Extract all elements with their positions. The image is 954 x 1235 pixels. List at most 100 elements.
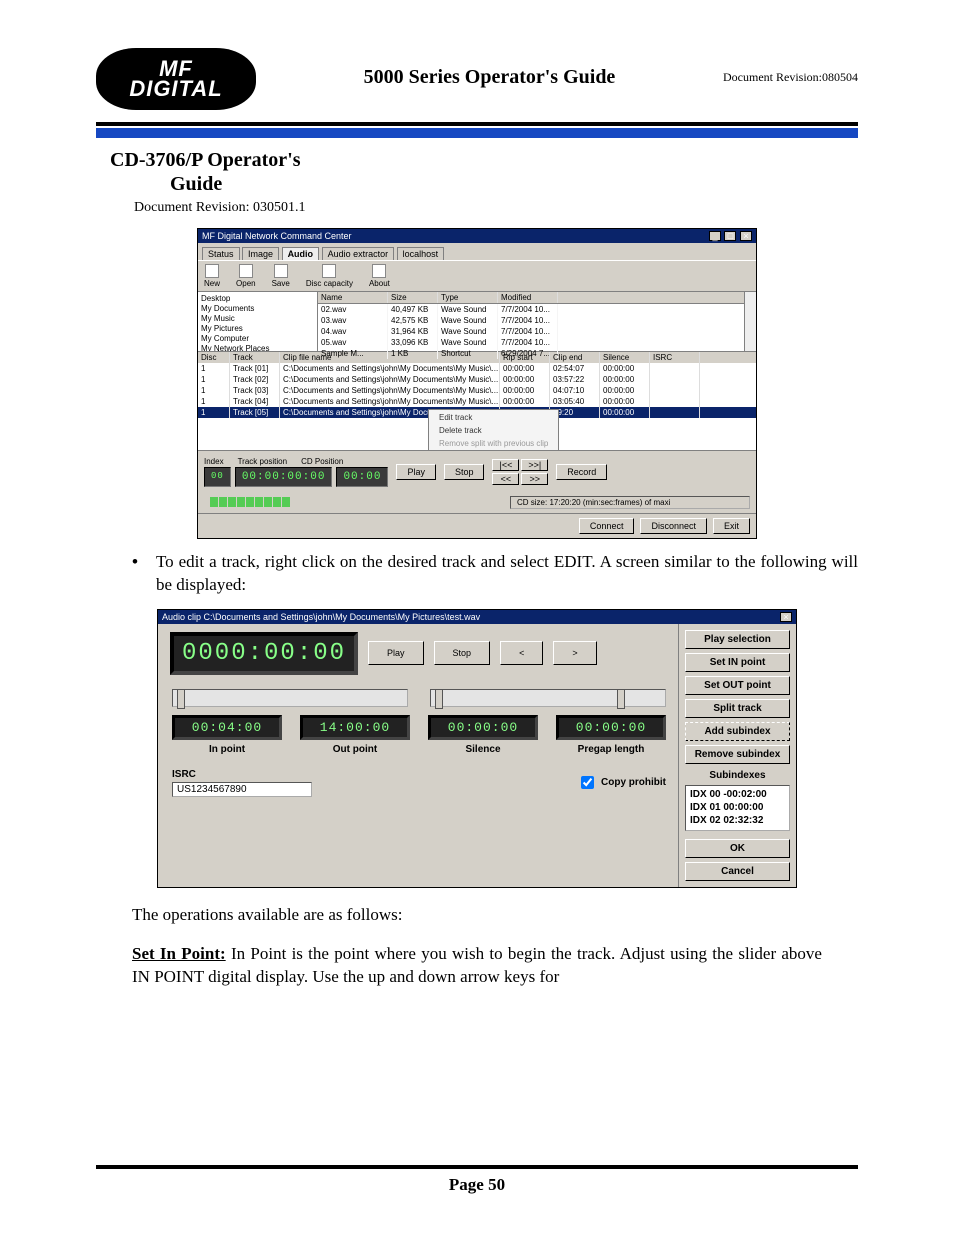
screenshot-audio-clip-editor: Audio clip C:\Documents and Settings\joh… [157, 609, 797, 888]
maximize-icon[interactable]: □ [724, 231, 736, 241]
ok-button[interactable]: OK [685, 839, 790, 858]
isrc-input[interactable] [172, 782, 312, 797]
cancel-button[interactable]: Cancel [685, 862, 790, 881]
set-in-button[interactable]: Set IN point [685, 653, 790, 672]
track-position-display: 00:00:00:00 [235, 467, 333, 487]
label-subindexes: Subindexes [685, 768, 790, 781]
bullet-icon: • [132, 551, 138, 597]
close-icon[interactable]: × [740, 231, 752, 241]
position-display: 0000:00:00 [170, 632, 358, 675]
tab-localhost[interactable]: localhost [397, 247, 445, 260]
file-row[interactable]: 04.wav31,964 KBWave Sound7/7/2004 10... [318, 326, 744, 337]
minimize-icon[interactable]: _ [709, 231, 721, 241]
subindex-item[interactable]: IDX 00 -00:02:00 [690, 788, 785, 801]
stop-button[interactable]: Stop [444, 464, 485, 480]
open-icon [239, 264, 253, 278]
fwd-button[interactable]: >> [521, 473, 548, 485]
tab-audio-extractor[interactable]: Audio extractor [322, 247, 395, 260]
tree-item[interactable]: My Music [201, 314, 314, 324]
file-row[interactable]: 03.wav42,575 KBWave Sound7/7/2004 10... [318, 315, 744, 326]
ctx-delete-track[interactable]: Delete track [439, 425, 548, 438]
remove-subindex-button[interactable]: Remove subindex [685, 745, 790, 764]
bullet-text: To edit a track, right click on the desi… [156, 551, 858, 597]
disconnect-button[interactable]: Disconnect [640, 518, 707, 534]
folder-tree[interactable]: Desktop My Documents My Music My Picture… [198, 292, 318, 351]
pregap-display: 00:00:00 [556, 715, 666, 740]
tree-item[interactable]: My Computer [201, 334, 314, 344]
set-out-button[interactable]: Set OUT point [685, 676, 790, 695]
page-masthead: MF DIGITAL 5000 Series Operator's Guide … [96, 48, 858, 138]
copy-prohibit-checkbox[interactable] [581, 776, 594, 789]
split-track-button[interactable]: Split track [685, 699, 790, 718]
subindex-list[interactable]: IDX 00 -00:02:00 IDX 01 00:00:00 IDX 02 … [685, 785, 790, 831]
window-title: MF Digital Network Command Center [202, 231, 352, 241]
save-icon [274, 264, 288, 278]
file-row[interactable]: 05.wav33,096 KBWave Sound7/7/2004 10... [318, 337, 744, 348]
doc-revision: Document Revision:080504 [723, 48, 858, 85]
play-button[interactable]: Play [396, 464, 436, 480]
track-header: DiscTrackClip file nameRip startClip end… [198, 352, 756, 363]
toolbar-open[interactable]: Open [236, 264, 256, 288]
next-button[interactable]: > [553, 641, 596, 665]
copy-prohibit-label[interactable]: Copy prohibit [577, 773, 666, 792]
track-row[interactable]: 1Track [02]C:\Documents and Settings\joh… [198, 374, 756, 385]
bottom-buttons: Connect Disconnect Exit [198, 513, 756, 538]
new-icon [205, 264, 219, 278]
tab-bar: Status Image Audio Audio extractor local… [198, 243, 756, 260]
stop-button[interactable]: Stop [434, 641, 491, 665]
para-set-in-point: Set In Point: In Point is the point wher… [132, 943, 822, 989]
play-button[interactable]: Play [368, 641, 424, 665]
exit-button[interactable]: Exit [713, 518, 750, 534]
position-slider[interactable] [172, 689, 408, 707]
bullet-edit-track: • To edit a track, right click on the de… [132, 551, 858, 597]
subindex-item[interactable]: IDX 01 00:00:00 [690, 801, 785, 814]
sub-title-line2: Guide [110, 172, 858, 196]
subindex-item[interactable]: IDX 02 02:32:32 [690, 814, 785, 827]
tree-item[interactable]: My Pictures [201, 324, 314, 334]
tree-item[interactable]: My Network Places [201, 344, 314, 351]
tab-audio[interactable]: Audio [282, 247, 320, 260]
label-isrc: ISRC [172, 769, 312, 780]
ctx-remove-split-next: Remove split with next clip [439, 450, 548, 451]
play-selection-button[interactable]: Play selection [685, 630, 790, 649]
toolbar-save[interactable]: Save [272, 264, 290, 288]
window-titlebar: Audio clip C:\Documents and Settings\joh… [158, 610, 796, 624]
sub-title-line1: CD-3706/P Operator's [110, 148, 858, 172]
track-row[interactable]: 1Track [03]C:\Documents and Settings\joh… [198, 385, 756, 396]
about-icon [372, 264, 386, 278]
record-button[interactable]: Record [556, 464, 607, 480]
toolbar-new[interactable]: New [204, 264, 220, 288]
range-slider[interactable] [430, 689, 666, 707]
para-operations: The operations available are as follows: [132, 904, 822, 927]
add-subindex-button[interactable]: Add subindex [685, 722, 790, 741]
toolbar-about[interactable]: About [369, 264, 390, 288]
track-row[interactable]: 1Track [04]C:\Documents and Settings\joh… [198, 396, 756, 407]
set-in-point-body: In Point is the point where you wish to … [132, 944, 822, 986]
disc-capacity-icon [322, 264, 336, 278]
connect-button[interactable]: Connect [579, 518, 635, 534]
scrollbar[interactable] [744, 292, 756, 351]
tab-image[interactable]: Image [242, 247, 279, 260]
close-icon[interactable]: × [780, 612, 792, 622]
series-title: 5000 Series Operator's Guide [276, 48, 703, 89]
label-out: Out point [300, 740, 410, 755]
label-cdpos: CD Position [301, 457, 343, 466]
ctx-edit-track[interactable]: Edit track [439, 412, 548, 425]
ffwd-button[interactable]: >>| [521, 459, 548, 471]
prev-button[interactable]: < [500, 641, 543, 665]
mf-digital-logo: MF DIGITAL [96, 48, 256, 110]
tab-status[interactable]: Status [202, 247, 240, 260]
tree-item[interactable]: My Documents [201, 304, 314, 314]
label-silence: Silence [428, 740, 538, 755]
window-title: Audio clip C:\Documents and Settings\joh… [162, 612, 480, 622]
track-row[interactable]: 1Track [01]C:\Documents and Settings\joh… [198, 363, 756, 374]
set-in-point-heading: Set In Point: [132, 944, 226, 963]
cd-position-display: 00:00 [336, 467, 388, 487]
cd-size-info: CD size: 17:20:20 (min:sec:frames) of ma… [510, 496, 750, 509]
window-titlebar: MF Digital Network Command Center _ □ × [198, 229, 756, 243]
file-row[interactable]: 02.wav40,497 KBWave Sound7/7/2004 10... [318, 304, 744, 315]
rewind-button[interactable]: |<< [492, 459, 519, 471]
tree-item[interactable]: Desktop [201, 294, 314, 304]
back-button[interactable]: << [492, 473, 519, 485]
toolbar-disc-capacity[interactable]: Disc capacity [306, 264, 353, 288]
